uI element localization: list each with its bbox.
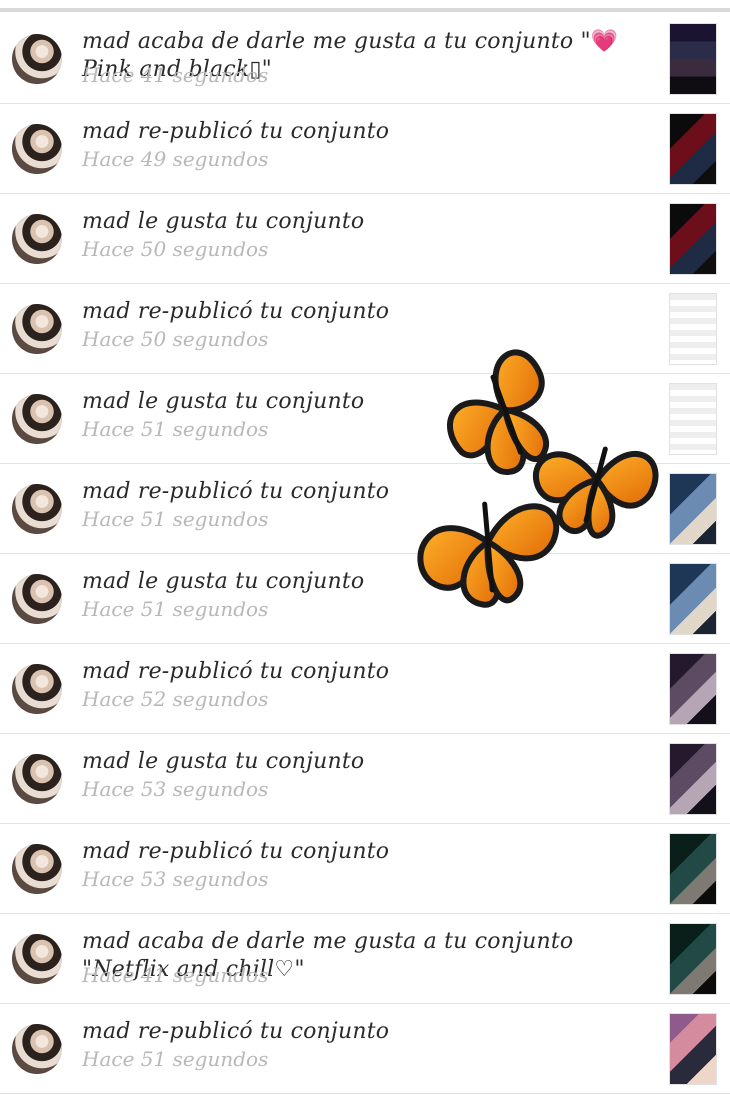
- notification-text: mad re-publicó tu conjunto: [82, 119, 390, 144]
- notification-row[interactable]: mad acaba de darle me gusta a tu conjunt…: [0, 914, 730, 1004]
- outfit-thumbnail[interactable]: [670, 564, 716, 634]
- notification-time: Hace 51 segundos: [82, 507, 269, 531]
- notification-text: mad re-publicó tu conjunto: [82, 1019, 390, 1044]
- notification-time: Hace 51 segundos: [82, 417, 269, 441]
- avatar[interactable]: [12, 754, 62, 804]
- notification-row[interactable]: mad le gusta tu conjunto Hace 51 segundo…: [0, 374, 730, 464]
- notification-row[interactable]: mad le gusta tu conjunto Hace 53 segundo…: [0, 734, 730, 824]
- outfit-thumbnail[interactable]: [670, 384, 716, 454]
- notification-text: mad le gusta tu conjunto: [82, 389, 365, 414]
- notification-time: Hace 51 segundos: [82, 597, 269, 621]
- avatar[interactable]: [12, 934, 62, 984]
- notification-time: Hace 41 segundos: [82, 963, 269, 987]
- outfit-thumbnail[interactable]: [670, 204, 716, 274]
- notification-time: Hace 53 segundos: [82, 867, 269, 891]
- notification-time: Hace 49 segundos: [82, 147, 269, 171]
- notification-text: mad re-publicó tu conjunto: [82, 479, 390, 504]
- notification-text: mad le gusta tu conjunto: [82, 569, 365, 594]
- outfit-thumbnail[interactable]: [670, 294, 716, 364]
- notification-text: mad re-publicó tu conjunto: [82, 839, 390, 864]
- avatar[interactable]: [12, 124, 62, 174]
- outfit-thumbnail[interactable]: [670, 924, 716, 994]
- notification-row[interactable]: mad re-publicó tu conjunto Hace 50 segun…: [0, 284, 730, 374]
- outfit-thumbnail[interactable]: [670, 1014, 716, 1084]
- notification-row[interactable]: mad acaba de darle me gusta a tu conjunt…: [0, 14, 730, 104]
- outfit-thumbnail[interactable]: [670, 474, 716, 544]
- notification-time: Hace 50 segundos: [82, 237, 269, 261]
- outfit-thumbnail[interactable]: [670, 654, 716, 724]
- notification-time: Hace 50 segundos: [82, 327, 269, 351]
- avatar[interactable]: [12, 214, 62, 264]
- avatar[interactable]: [12, 34, 62, 84]
- outfit-thumbnail[interactable]: [670, 834, 716, 904]
- avatar[interactable]: [12, 304, 62, 354]
- notification-text: mad le gusta tu conjunto: [82, 209, 365, 234]
- outfit-thumbnail[interactable]: [670, 24, 716, 94]
- avatar[interactable]: [12, 844, 62, 894]
- notification-time: Hace 52 segundos: [82, 687, 269, 711]
- notification-text: mad re-publicó tu conjunto: [82, 299, 390, 324]
- avatar[interactable]: [12, 484, 62, 534]
- notification-time: Hace 41 segundos: [82, 63, 269, 87]
- notification-row[interactable]: mad le gusta tu conjunto Hace 50 segundo…: [0, 194, 730, 284]
- notification-row[interactable]: mad re-publicó tu conjunto Hace 53 segun…: [0, 824, 730, 914]
- top-bar: [0, 0, 730, 12]
- avatar[interactable]: [12, 394, 62, 444]
- notification-row[interactable]: mad re-publicó tu conjunto Hace 49 segun…: [0, 104, 730, 194]
- outfit-thumbnail[interactable]: [670, 744, 716, 814]
- notification-text: mad re-publicó tu conjunto: [82, 659, 390, 684]
- notifications-list: mad acaba de darle me gusta a tu conjunt…: [0, 14, 730, 1094]
- notification-time: Hace 51 segundos: [82, 1047, 269, 1071]
- avatar[interactable]: [12, 664, 62, 714]
- notification-row[interactable]: mad le gusta tu conjunto Hace 51 segundo…: [0, 554, 730, 644]
- avatar[interactable]: [12, 1024, 62, 1074]
- avatar[interactable]: [12, 574, 62, 624]
- notification-text: mad le gusta tu conjunto: [82, 749, 365, 774]
- notification-row[interactable]: mad re-publicó tu conjunto Hace 51 segun…: [0, 1004, 730, 1094]
- notification-row[interactable]: mad re-publicó tu conjunto Hace 52 segun…: [0, 644, 730, 734]
- heart-icon: 💗: [590, 29, 619, 54]
- outfit-thumbnail[interactable]: [670, 114, 716, 184]
- notification-time: Hace 53 segundos: [82, 777, 269, 801]
- notification-row[interactable]: mad re-publicó tu conjunto Hace 51 segun…: [0, 464, 730, 554]
